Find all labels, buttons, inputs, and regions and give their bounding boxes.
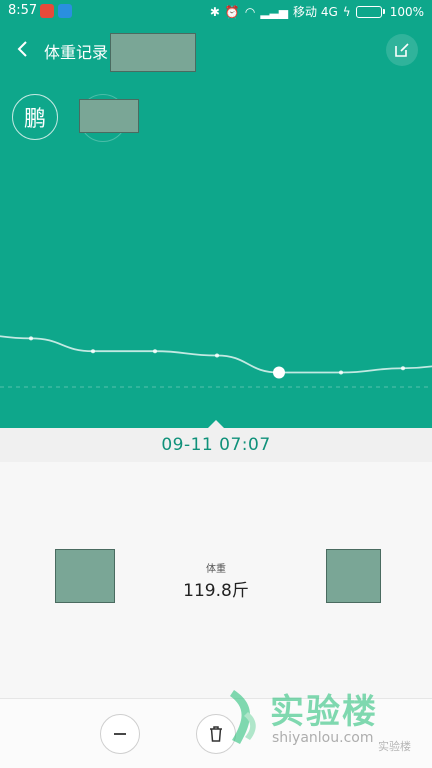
selected-data-point[interactable] [273,366,285,379]
bluetooth-icon: ✱ [209,4,220,19]
data-point[interactable] [401,366,405,371]
redacted-username [79,99,139,133]
selection-pointer [208,420,224,428]
shiyanlou-logo-icon [230,690,256,744]
watermark-brand: 实验楼 [378,740,411,753]
weight-series-line [0,335,432,374]
weight-label: 体重 [206,564,226,575]
alarm-icon: ⏰ [224,4,240,19]
record-datetime: 09-11 07:07 [0,428,432,462]
data-point[interactable] [91,349,95,354]
signal-icon: ▂▃▅ [260,4,289,19]
data-point[interactable] [29,336,33,341]
status-time: 8:57 [8,3,38,18]
weight-trend-chart [0,335,432,388]
charging-icon: ϟ [342,4,351,19]
carrier-label: 移动 4G [293,5,338,19]
watermark-title: 实验楼 [270,692,378,732]
app-notification-icon [58,4,72,18]
trash-icon [210,726,222,742]
edit-button[interactable] [386,34,418,66]
page-title: 体重记录 [44,43,109,62]
watermark: 实验楼 shiyanlou.com 实验楼 [228,680,428,766]
chevron-left-icon [17,41,27,57]
minus-button[interactable] [100,714,140,754]
avatar[interactable]: 鹏 [12,94,58,140]
weight-value: 119.8斤 [183,581,249,601]
weibo-notification-icon [40,4,54,18]
battery-percent: 100% [389,4,424,19]
battery-icon [355,5,385,18]
data-point[interactable] [339,370,343,375]
data-point[interactable] [215,353,219,358]
back-button[interactable] [12,38,34,60]
wifi-icon: ◠ [244,4,256,19]
watermark-url: shiyanlou.com [272,730,374,746]
redacted-title-suffix [110,33,196,72]
status-bar: 8:57 ✱ ⏰ ◠ ▂▃▅ 移动 4G ϟ 100% [0,0,432,24]
edit-icon [395,43,409,57]
minus-icon [114,733,126,735]
data-point[interactable] [153,349,157,354]
